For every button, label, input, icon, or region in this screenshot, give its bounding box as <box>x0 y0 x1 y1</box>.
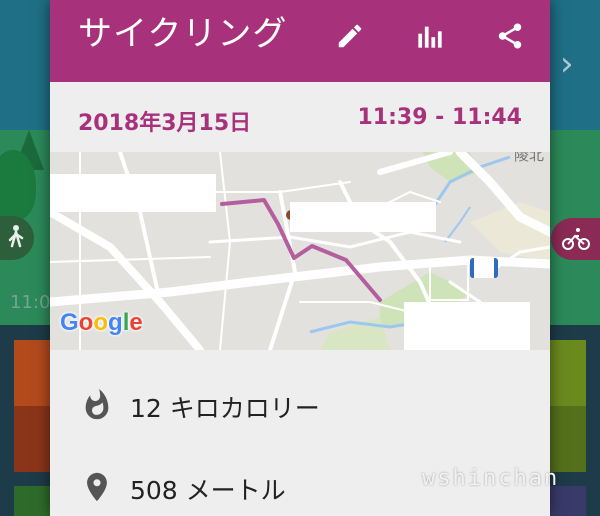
google-logo: Google <box>60 309 143 336</box>
background-time: 11:0 <box>10 292 51 313</box>
walking-icon <box>8 225 24 248</box>
pencil-icon <box>338 24 362 48</box>
background-card <box>14 406 50 472</box>
map-label: 陵北 <box>514 152 545 164</box>
dialog-header: サイクリング <box>50 0 550 82</box>
date-time-row: 2018年3月15日 11:39 - 11:44 <box>50 82 550 152</box>
background-card <box>14 486 50 516</box>
location-pin-icon <box>87 472 107 502</box>
calories-row: 12 キロカロリー <box>50 375 550 435</box>
activity-time-range: 11:39 - 11:44 <box>357 105 522 130</box>
activity-dialog: サイクリング 2018年3月15日 11:39 - 11:44 陵北 Googl… <box>50 0 550 516</box>
share-button[interactable] <box>490 16 530 56</box>
watermark: wshinchan <box>422 466 560 491</box>
route-map[interactable]: 陵北 Google <box>50 152 550 350</box>
distance-value: 508 メートル <box>130 476 286 505</box>
share-icon <box>498 23 522 49</box>
bicycle-icon <box>562 228 590 250</box>
background-card <box>550 406 586 472</box>
flame-icon <box>85 388 109 420</box>
bar-chart-icon <box>418 26 442 48</box>
chevron-right-icon[interactable]: › <box>560 44 574 84</box>
activity-title: サイクリング <box>78 14 288 54</box>
background-card <box>14 340 50 406</box>
background-card <box>550 340 586 406</box>
walking-activity-button[interactable] <box>0 216 34 260</box>
cycling-activity-button[interactable] <box>551 218 600 260</box>
activity-date: 2018年3月15日 <box>78 111 252 136</box>
statistics-button[interactable] <box>410 16 450 56</box>
edit-button[interactable] <box>330 16 370 56</box>
calories-value: 12 キロカロリー <box>130 394 320 423</box>
